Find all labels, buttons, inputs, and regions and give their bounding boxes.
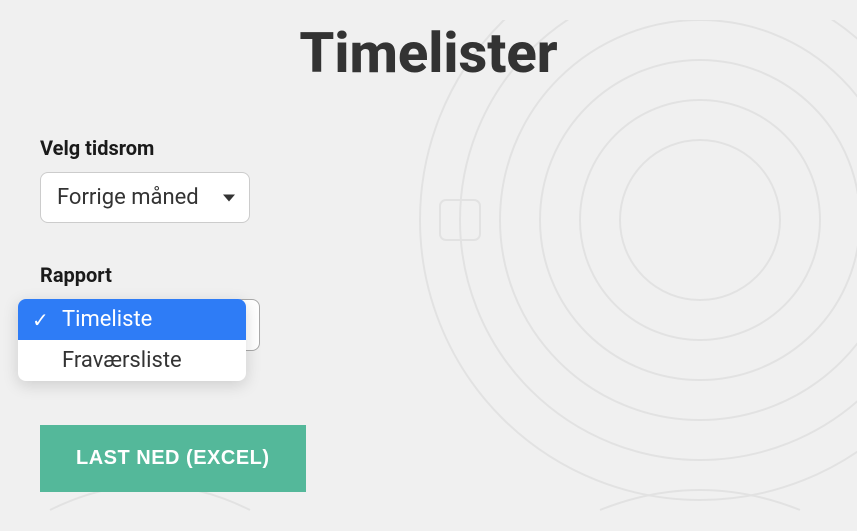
chevron-down-icon — [223, 194, 235, 201]
dropdown-option-timeliste[interactable]: Timeliste — [18, 299, 246, 340]
report-form-group: Rapport Timeliste Fraværsliste — [40, 263, 817, 355]
period-label: Velg tidsrom — [40, 136, 817, 160]
dropdown-option-fravaersliste[interactable]: Fraværsliste — [18, 340, 246, 381]
period-form-group: Velg tidsrom Forrige måned — [40, 136, 817, 223]
report-label: Rapport — [40, 263, 817, 287]
dropdown-option-label: Timeliste — [62, 307, 152, 332]
dropdown-option-label: Fraværsliste — [62, 348, 182, 373]
period-select-value: Forrige måned — [57, 185, 199, 210]
period-select[interactable]: Forrige måned — [40, 172, 250, 223]
download-button[interactable]: LAST NED (EXCEL) — [40, 425, 306, 492]
report-dropdown-menu: Timeliste Fraværsliste — [18, 299, 246, 381]
page-title: Timelister — [40, 20, 817, 86]
